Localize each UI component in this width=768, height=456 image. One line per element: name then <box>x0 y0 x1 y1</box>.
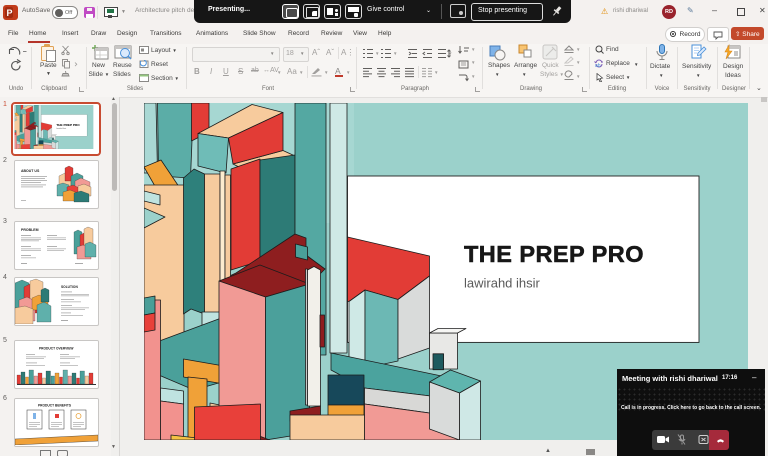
svg-text:PRODUCT OVERVIEW: PRODUCT OVERVIEW <box>39 347 74 351</box>
svg-text:ab: ab <box>595 63 601 68</box>
svg-text:PRODUCT BENEFITS: PRODUCT BENEFITS <box>38 404 72 408</box>
svg-text:ABOUT US: ABOUT US <box>21 169 40 173</box>
svg-text:PROBLEM: PROBLEM <box>21 228 39 232</box>
svg-text:SOLUTION: SOLUTION <box>61 285 78 289</box>
